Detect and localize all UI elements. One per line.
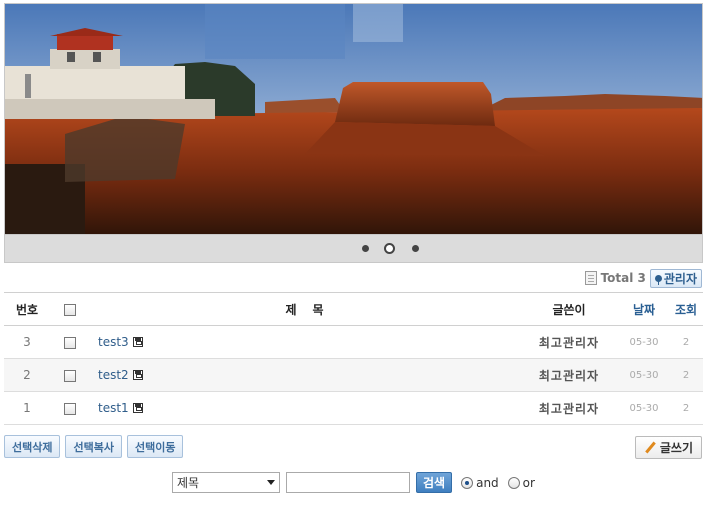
board-status-bar: Total 3 관리자: [584, 268, 702, 288]
table-header: 번호 제목 글쓴이 날짜 조회: [4, 292, 703, 326]
chevron-down-icon: [267, 480, 275, 485]
banner-image: [5, 4, 702, 234]
admin-label: 관리자: [663, 271, 697, 286]
pin-icon: [654, 274, 662, 285]
row-number: 2: [4, 358, 50, 392]
row-subject: test1: [90, 391, 519, 425]
row-author[interactable]: 최고관리자: [519, 325, 619, 359]
row-checkbox[interactable]: [64, 336, 76, 349]
radio-and[interactable]: [461, 476, 474, 489]
search-field-value: 제목: [177, 476, 200, 490]
total-count: Total 3: [584, 271, 646, 285]
move-selected-button[interactable]: 선택이동: [126, 435, 184, 458]
total-label: Total 3: [600, 271, 646, 285]
table-row: 3 test3 최고관리자 05-30 2: [4, 325, 703, 359]
col-select-all: [50, 292, 90, 326]
disk-icon: [132, 337, 143, 348]
select-all-checkbox[interactable]: [64, 303, 76, 316]
admin-button[interactable]: 관리자: [649, 268, 702, 288]
col-date[interactable]: 날짜: [619, 292, 669, 326]
post-title-link[interactable]: test3: [98, 335, 129, 349]
slide-dot[interactable]: [362, 245, 369, 252]
write-label: 글쓰기: [659, 441, 693, 455]
search-field-select[interactable]: 제목: [172, 472, 280, 493]
search-button[interactable]: 검색: [416, 472, 453, 493]
row-author[interactable]: 최고관리자: [519, 391, 619, 425]
post-title-link[interactable]: test2: [98, 368, 129, 382]
table-row: 2 test2 최고관리자 05-30 2: [4, 358, 703, 392]
row-number: 3: [4, 325, 50, 359]
row-date: 05-30: [619, 358, 669, 392]
post-title-link[interactable]: test1: [98, 401, 129, 415]
col-views[interactable]: 조회: [669, 292, 703, 326]
delete-selected-button[interactable]: 선택삭제: [4, 435, 61, 458]
pencil-icon: [644, 442, 656, 454]
search-mode-and[interactable]: and: [461, 476, 499, 490]
copy-selected-button[interactable]: 선택복사: [65, 435, 122, 458]
row-checkbox[interactable]: [64, 369, 76, 382]
row-views: 2: [669, 325, 703, 359]
row-checkbox[interactable]: [64, 402, 76, 415]
row-number: 1: [4, 391, 50, 425]
search-mode-or[interactable]: or: [507, 475, 535, 490]
row-views: 2: [669, 358, 703, 392]
document-icon: [584, 271, 597, 285]
col-subject: 제목: [90, 292, 519, 326]
banner-slideshow: [4, 3, 703, 235]
write-button[interactable]: 글쓰기: [634, 436, 702, 459]
row-subject: test3: [90, 325, 519, 359]
col-author: 글쓴이: [519, 292, 619, 326]
and-label: and: [476, 475, 499, 490]
col-number: 번호: [4, 292, 50, 326]
row-select: [50, 391, 90, 425]
radio-or[interactable]: [507, 476, 520, 489]
slide-dot[interactable]: [412, 245, 419, 252]
search-input[interactable]: [286, 472, 410, 493]
slider-pager: [4, 235, 703, 263]
slide-dot-active[interactable]: [384, 243, 395, 254]
row-date: 05-30: [619, 325, 669, 359]
row-select: [50, 325, 90, 359]
board-table: 번호 제목 글쓴이 날짜 조회 3 test3 최고관리자 05-30 2 2 …: [4, 292, 703, 425]
selection-actions: 선택삭제 선택복사 선택이동: [4, 435, 184, 458]
disk-icon: [132, 370, 143, 381]
row-select: [50, 358, 90, 392]
search-bar: 제목 검색 and or: [172, 472, 535, 493]
row-views: 2: [669, 391, 703, 425]
row-subject: test2: [90, 358, 519, 392]
disk-icon: [132, 403, 143, 414]
or-label: or: [522, 475, 535, 490]
row-date: 05-30: [619, 391, 669, 425]
row-author[interactable]: 최고관리자: [519, 358, 619, 392]
table-row: 1 test1 최고관리자 05-30 2: [4, 391, 703, 425]
